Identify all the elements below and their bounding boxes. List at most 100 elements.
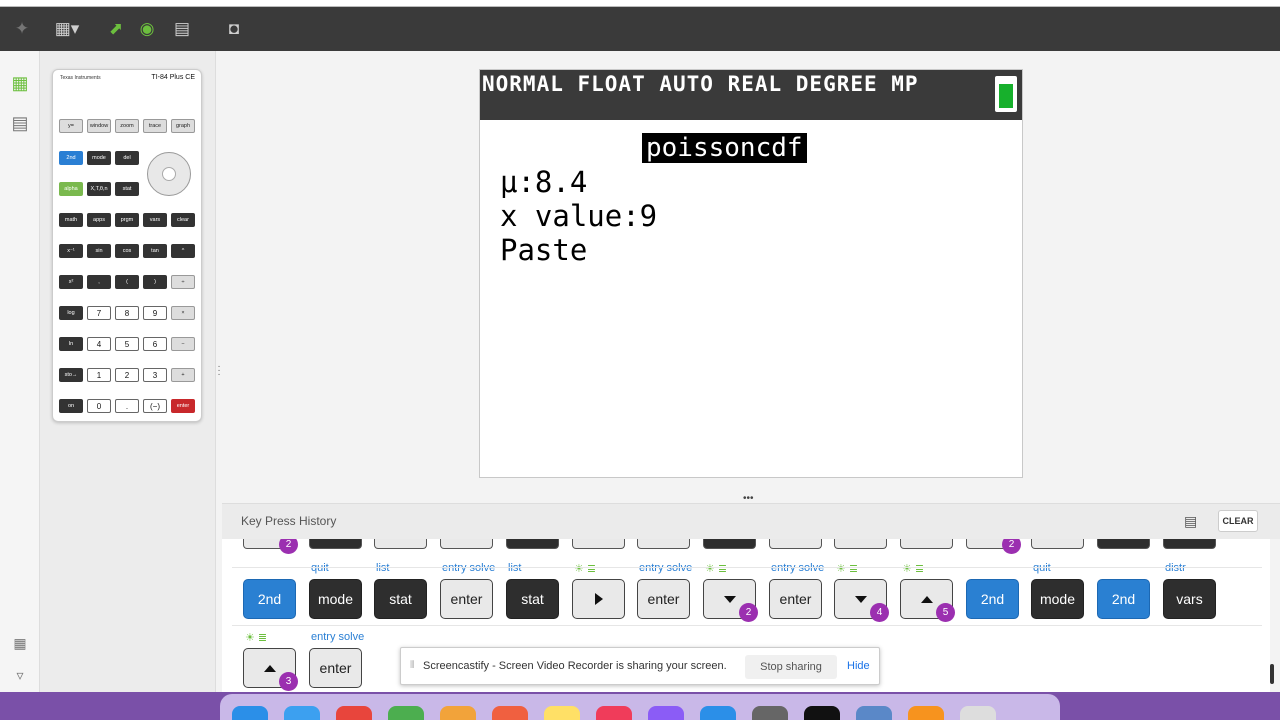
document-view-icon[interactable]: ▤ (8, 111, 32, 135)
mini-key[interactable]: ÷ (171, 275, 195, 289)
mini-key[interactable]: ) (143, 275, 167, 289)
dock-app-icon[interactable] (440, 706, 476, 720)
mini-key[interactable]: 9 (143, 306, 167, 320)
mini-key[interactable]: 2 (115, 368, 139, 382)
mini-key[interactable]: × (171, 306, 195, 320)
mini-key[interactable]: + (171, 368, 195, 382)
dock-app-icon[interactable] (388, 706, 424, 720)
mini-key[interactable]: 8 (115, 306, 139, 320)
hide-link[interactable]: Hide (847, 660, 870, 672)
mini-key[interactable]: . (115, 399, 139, 413)
scrolled-key-stub (440, 539, 493, 549)
dock-app-icon[interactable] (648, 706, 684, 720)
keypad-toggle-icon[interactable]: ▦ (8, 631, 32, 655)
dock-app-icon[interactable] (596, 706, 632, 720)
mini-key[interactable]: x² (59, 275, 83, 289)
calculator-menu-icon[interactable]: ▦▾ (52, 17, 82, 41)
history-key-stat[interactable]: stat (506, 579, 559, 619)
mini-key[interactable]: x⁻¹ (59, 244, 83, 258)
dock-app-icon[interactable] (544, 706, 580, 720)
history-key-enter[interactable]: enter (769, 579, 822, 619)
mini-key[interactable]: math (59, 213, 83, 227)
calculator-view-icon[interactable]: ▦ (8, 71, 32, 95)
dock-app-icon[interactable] (492, 706, 528, 720)
scrolled-key-stub (900, 539, 953, 549)
history-key-enter[interactable]: enter (309, 648, 362, 688)
mini-key[interactable]: 7 (87, 306, 111, 320)
app-toolbar: ✦ ▦▾ ⬈ ◉ ▤ ◘ (0, 7, 1280, 51)
mini-key[interactable]: apps (87, 213, 111, 227)
mini-key[interactable]: del (115, 151, 139, 165)
grip-icon[interactable]: ⦀ (410, 660, 414, 671)
dpad[interactable] (147, 152, 191, 196)
mini-key[interactable]: zoom (115, 119, 139, 133)
status-text: NORMAL FLOAT AUTO REAL DEGREE MP (482, 72, 919, 96)
history-key-2nd[interactable]: 2nd (966, 579, 1019, 619)
dock-app-icon[interactable] (752, 706, 788, 720)
mini-key[interactable]: 0 (87, 399, 111, 413)
mini-key[interactable]: on (59, 399, 83, 413)
mini-key[interactable]: cos (115, 244, 139, 258)
model-label: TI-84 Plus CE (151, 74, 195, 81)
scrollbar[interactable] (1270, 664, 1274, 684)
mini-key[interactable]: y= (59, 119, 83, 133)
dock-app-icon[interactable] (960, 706, 996, 720)
mini-key[interactable]: prgm (115, 213, 139, 227)
mini-key[interactable]: alpha (59, 182, 83, 196)
history-key-mode[interactable]: mode (1031, 579, 1084, 619)
send-icon[interactable]: ⬈ (104, 17, 128, 41)
mini-key[interactable]: enter (171, 399, 195, 413)
mini-key[interactable]: sto→ (59, 368, 83, 382)
mini-key[interactable]: 2nd (59, 151, 83, 165)
dock-app-icon[interactable] (804, 706, 840, 720)
mini-key[interactable]: sin (87, 244, 111, 258)
layout-icon[interactable]: ▤ (170, 17, 194, 41)
mini-key[interactable]: clear (171, 213, 195, 227)
mini-key[interactable]: 3 (143, 368, 167, 382)
mini-key[interactable]: , (87, 275, 111, 289)
scrolled-key-stub (1163, 539, 1216, 549)
stop-sharing-button[interactable]: Stop sharing (745, 655, 837, 679)
battery-5-icon[interactable]: ◉ (134, 17, 160, 41)
mini-key[interactable]: − (171, 337, 195, 351)
history-key-secondary-label: entry solve (442, 562, 496, 574)
copy-icon[interactable]: ▤ (1184, 513, 1202, 529)
mini-key[interactable]: trace (143, 119, 167, 133)
mini-key[interactable]: (−) (143, 399, 167, 413)
dock-app-icon[interactable] (856, 706, 892, 720)
mini-key[interactable]: tan (143, 244, 167, 258)
mini-key[interactable]: X,T,θ,n (87, 182, 111, 196)
mini-key[interactable]: ^ (171, 244, 195, 258)
history-key-2nd[interactable]: 2nd (243, 579, 296, 619)
dock-app-icon[interactable] (336, 706, 372, 720)
history-key-enter[interactable]: enter (637, 579, 690, 619)
mini-key[interactable]: vars (143, 213, 167, 227)
collapse-icon[interactable]: ▿ (8, 663, 32, 687)
mini-key[interactable]: log (59, 306, 83, 320)
calculator-keypad[interactable]: Texas Instruments TI-84 Plus CE y= window… (52, 69, 202, 422)
mini-key[interactable]: 5 (115, 337, 139, 351)
mini-key[interactable]: 1 (87, 368, 111, 382)
history-key-mode[interactable]: mode (309, 579, 362, 619)
dock-app-icon[interactable] (284, 706, 320, 720)
mini-key[interactable]: graph (171, 119, 195, 133)
camera-icon[interactable]: ◘ (222, 17, 246, 41)
mini-key[interactable]: stat (115, 182, 139, 196)
clear-button[interactable]: CLEAR (1218, 510, 1258, 532)
mini-key[interactable]: ln (59, 337, 83, 351)
history-key-stat[interactable]: stat (374, 579, 427, 619)
up-arrow-icon (920, 595, 933, 603)
mini-key[interactable]: mode (87, 151, 111, 165)
dock-app-icon[interactable] (908, 706, 944, 720)
history-key-right-arrow-icon[interactable] (572, 579, 625, 619)
history-key-2nd[interactable]: 2nd (1097, 579, 1150, 619)
mini-key[interactable]: window (87, 119, 111, 133)
history-key-secondary-icons: ☀ ≣ (902, 563, 925, 575)
mini-key[interactable]: 4 (87, 337, 111, 351)
history-key-vars[interactable]: vars (1163, 579, 1216, 619)
dock-app-icon[interactable] (232, 706, 268, 720)
history-key-enter[interactable]: enter (440, 579, 493, 619)
mini-key[interactable]: 6 (143, 337, 167, 351)
mini-key[interactable]: ( (115, 275, 139, 289)
dock-app-icon[interactable] (700, 706, 736, 720)
